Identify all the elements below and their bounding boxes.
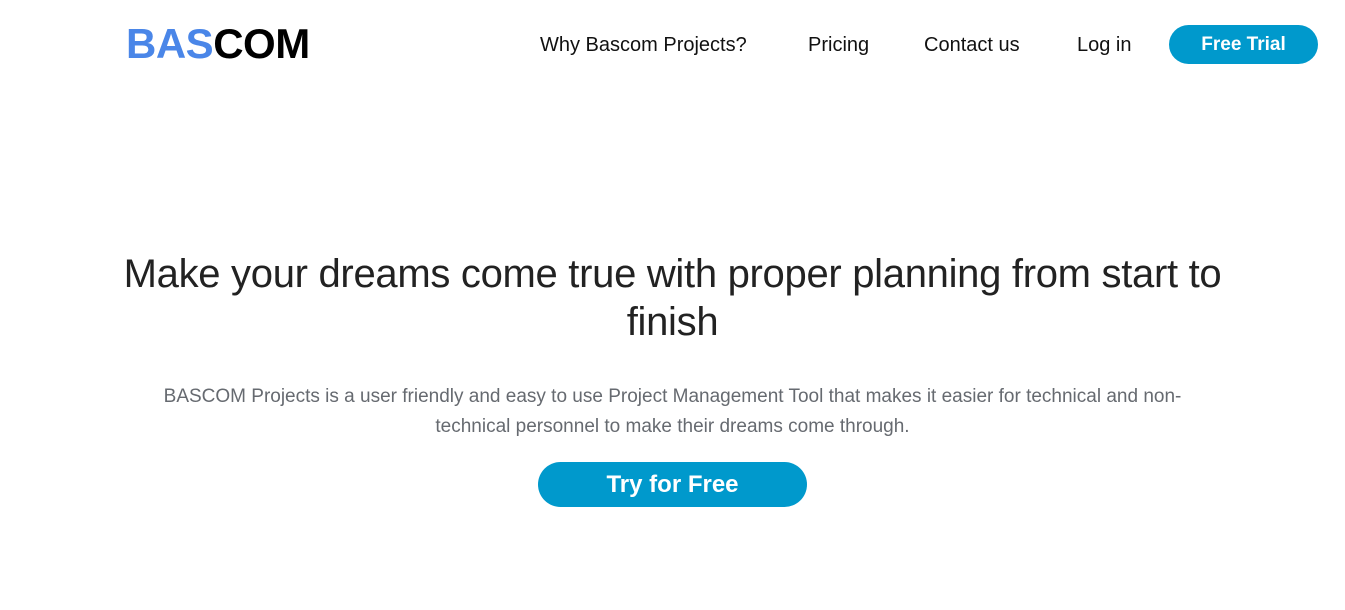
main-nav: Why Bascom Projects? Pricing Contact us … (0, 26, 1345, 64)
landing-page: BASCOM Why Bascom Projects? Pricing Cont… (0, 0, 1345, 610)
free-trial-button[interactable]: Free Trial (1169, 25, 1318, 64)
hero-title: Make your dreams come true with proper p… (123, 252, 1222, 344)
cta-container: Try for Free (0, 462, 1345, 507)
nav-link-contact[interactable]: Contact us (924, 26, 1020, 64)
hero-section: Make your dreams come true with proper p… (0, 250, 1345, 507)
nav-link-why-bascom[interactable]: Why Bascom Projects? (540, 26, 747, 64)
nav-link-pricing[interactable]: Pricing (808, 26, 869, 64)
nav-link-login[interactable]: Log in (1077, 26, 1132, 64)
try-for-free-button[interactable]: Try for Free (538, 462, 807, 507)
hero-subtitle: BASCOM Projects is a user friendly and e… (163, 386, 1182, 437)
